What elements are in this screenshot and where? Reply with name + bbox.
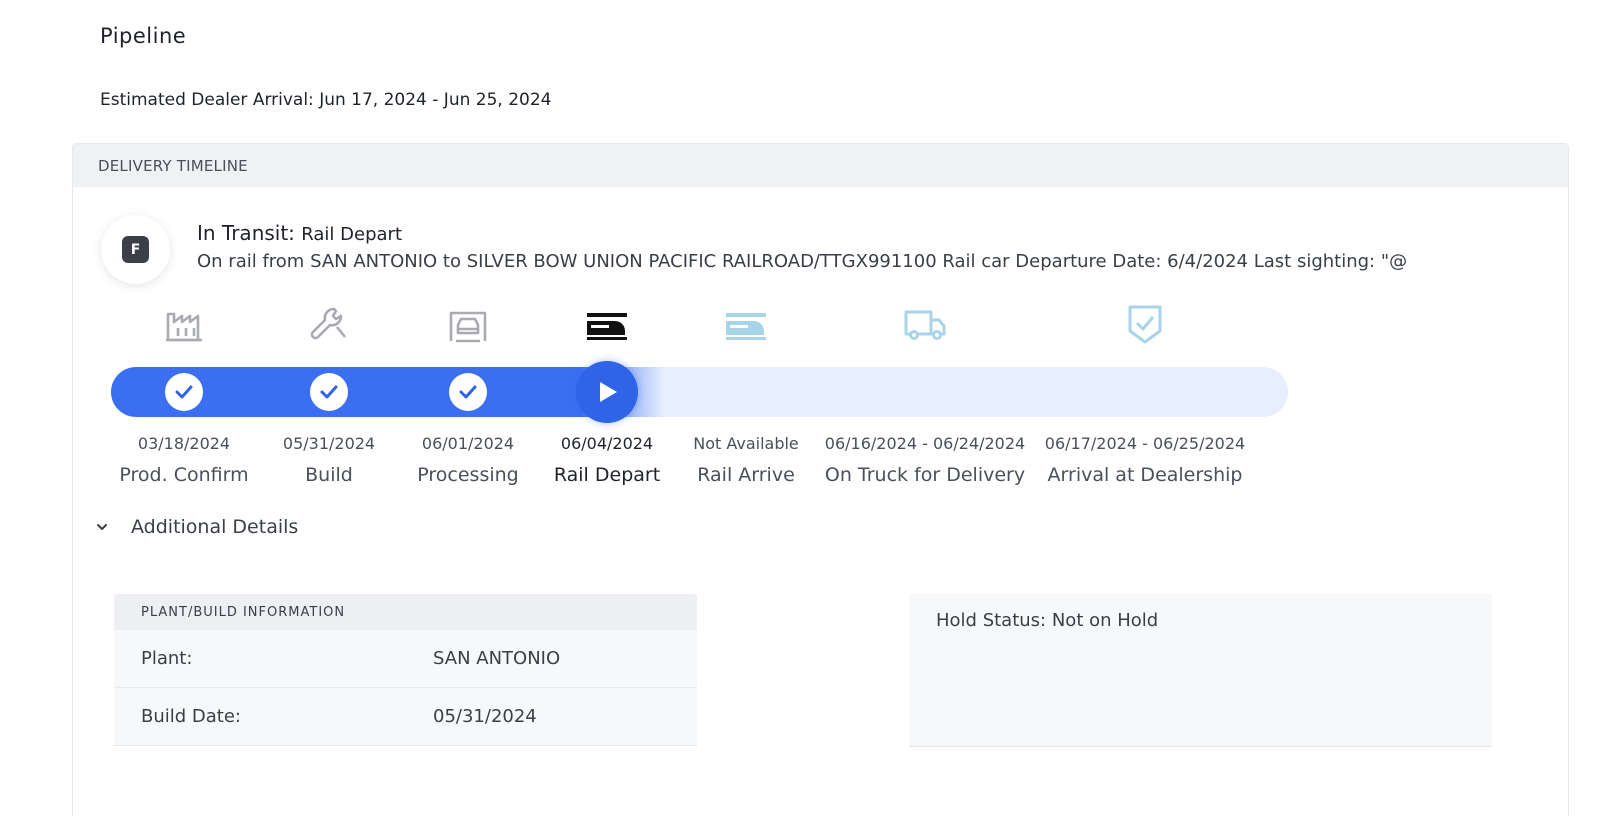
step-date-processing: 06/01/2024 — [421, 434, 515, 453]
status-description: On rail from SAN ANTONIO to SILVER BOW U… — [197, 251, 1408, 272]
step-complete-check — [165, 373, 203, 411]
status-sub-label: Rail Depart — [301, 224, 402, 245]
table-row: Build Date: 05/31/2024 — [114, 688, 697, 746]
rail-depart-icon — [583, 304, 631, 344]
build-date-value: 05/31/2024 — [433, 706, 537, 727]
plant-build-info-header: PLANT/BUILD INFORMATION — [114, 594, 697, 630]
chevron-down-icon — [97, 524, 107, 530]
additional-details-label: Additional Details — [131, 516, 299, 538]
step-complete-check — [449, 373, 487, 411]
step-date-rail-depart: 06/04/2024 — [560, 434, 654, 453]
step-complete-check — [310, 373, 348, 411]
play-icon — [600, 382, 617, 402]
step-label-on-truck: On Truck for Delivery — [824, 464, 1026, 486]
processing-car-icon — [444, 304, 492, 344]
hold-status-text: Hold Status: Not on Hold — [936, 610, 1159, 631]
step-date-build: 05/31/2024 — [282, 434, 376, 453]
step-label-build: Build — [305, 464, 353, 486]
plant-key: Plant: — [141, 648, 193, 669]
step-date-rail-arrive: Not Available — [693, 434, 799, 453]
check-icon — [459, 385, 477, 399]
rail-arrive-icon — [722, 304, 770, 344]
build-date-key: Build Date: — [141, 706, 241, 727]
plant-value: SAN ANTONIO — [433, 648, 561, 669]
delivery-timeline-card: DELIVERY TIMELINE F In Transit: Rail Dep… — [72, 143, 1569, 816]
step-date-on-truck: 06/16/2024 - 06/24/2024 — [824, 434, 1026, 453]
check-icon — [320, 385, 338, 399]
delivery-timeline-header: DELIVERY TIMELINE — [73, 144, 1568, 187]
step-label-processing: Processing — [417, 464, 519, 486]
progress-track — [111, 367, 1288, 417]
factory-icon — [160, 304, 208, 344]
step-label-rail-depart: Rail Depart — [553, 464, 661, 486]
plant-build-info-table: PLANT/BUILD INFORMATION Plant: SAN ANTON… — [114, 594, 697, 746]
step-date-arrival: 06/17/2024 - 06/25/2024 — [1044, 434, 1246, 453]
step-date-prod-confirm: 03/18/2024 — [137, 434, 231, 453]
estimated-dealer-arrival: Estimated Dealer Arrival: Jun 17, 2024 -… — [100, 90, 552, 110]
page-title: Pipeline — [100, 24, 187, 48]
hold-status-box: Hold Status: Not on Hold — [909, 594, 1492, 747]
wrench-icon — [305, 304, 353, 344]
step-label-rail-arrive: Rail Arrive — [697, 464, 795, 486]
status-avatar: F — [101, 215, 170, 284]
check-icon — [175, 385, 193, 399]
status-title: In Transit: Rail Depart — [197, 221, 402, 245]
table-row: Plant: SAN ANTONIO — [114, 630, 697, 688]
additional-details-toggle[interactable]: Additional Details — [95, 516, 298, 538]
truck-icon — [901, 304, 949, 344]
step-label-prod-confirm: Prod. Confirm — [119, 464, 249, 486]
step-current-node[interactable] — [576, 361, 638, 423]
status-badge: F — [122, 236, 149, 263]
step-label-arrival: Arrival at Dealership — [1047, 464, 1243, 486]
status-label: In Transit: — [197, 221, 295, 245]
shield-check-icon — [1121, 304, 1169, 344]
